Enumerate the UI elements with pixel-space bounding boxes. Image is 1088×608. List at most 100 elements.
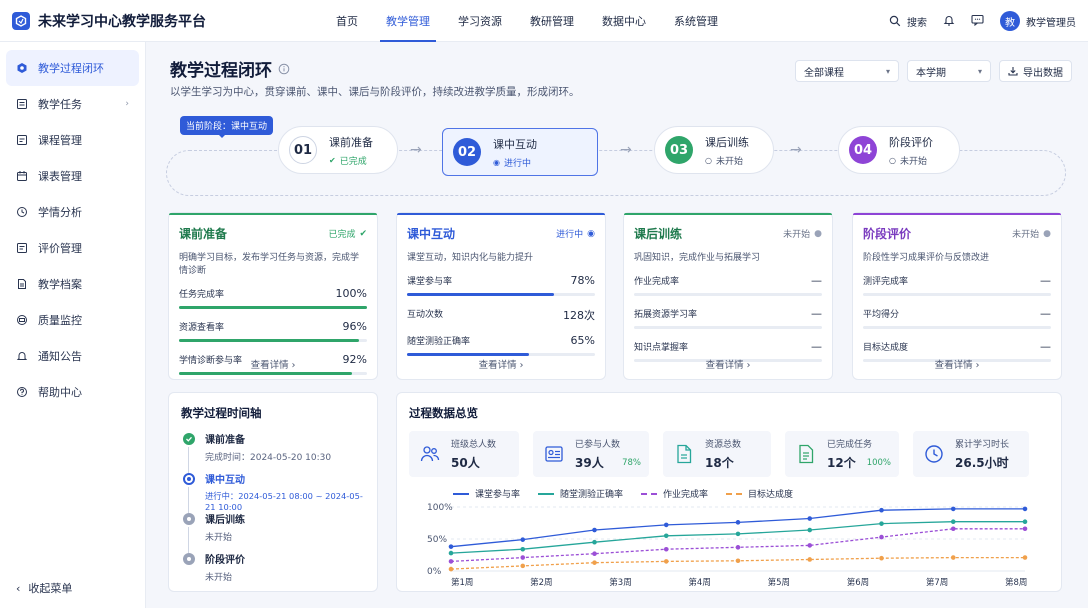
timeline-item: 课前准备 完成时间：2024-05-20 10:30 xyxy=(181,431,365,473)
metric-label: 任务完成率 xyxy=(179,290,225,300)
sidebar-item[interactable]: 帮助中心 xyxy=(6,374,139,410)
calendar-icon xyxy=(16,170,28,182)
progress-bar xyxy=(634,326,822,329)
metric-label: 目标达成度 xyxy=(863,343,909,353)
page-subtitle: 以学生学习为中心，贯穿课前、课中、课后与阶段评价，持续改进教学质量，形成闭环。 xyxy=(170,86,580,98)
legend-swatch xyxy=(453,492,469,495)
stat-card: 已参与人数 39人 78% xyxy=(533,431,649,477)
card-accent xyxy=(169,213,377,215)
collapse-menu-button[interactable]: ‹ 收起菜单 xyxy=(6,580,72,596)
nav-item[interactable]: 系统管理 xyxy=(660,0,732,42)
data-point xyxy=(1022,519,1028,525)
card-status: 进行中 xyxy=(556,230,584,240)
nav-item[interactable]: 首页 xyxy=(322,0,372,42)
sidebar-item[interactable]: 质量监控 xyxy=(6,302,139,338)
stage-status: 已完成 xyxy=(339,156,367,167)
clock-icon xyxy=(923,443,945,465)
chevron-right-icon: › xyxy=(125,99,129,109)
metric: 课堂参与率 78% xyxy=(407,274,595,296)
progress-bar xyxy=(407,293,595,296)
status-icon: ● xyxy=(1043,228,1051,239)
y-tick-label: 0% xyxy=(427,567,442,577)
loop-icon xyxy=(16,62,28,74)
status-icon: ● xyxy=(814,228,822,239)
data-point xyxy=(735,558,741,564)
progress-bar xyxy=(863,293,1051,296)
page-title-row: 教学过程闭环 xyxy=(170,56,290,81)
data-point xyxy=(520,537,526,542)
id-card-icon xyxy=(543,443,565,465)
stat-label: 已参与人数 xyxy=(575,440,621,450)
stat-value: 18个 xyxy=(705,456,734,470)
user-menu[interactable]: 教 教学管理员 xyxy=(1000,11,1076,31)
export-button[interactable]: 导出数据 xyxy=(999,60,1072,82)
timeline-sub: 未开始 xyxy=(205,573,233,583)
view-detail-link[interactable]: 查看详情 › xyxy=(397,357,605,371)
card-title: 阶段评价 xyxy=(863,227,912,241)
metric-value: 128次 xyxy=(563,309,595,322)
data-point xyxy=(950,555,956,560)
sidebar-item[interactable]: 教学过程闭环 xyxy=(6,50,139,86)
data-point xyxy=(592,539,597,545)
metric-label: 互动次数 xyxy=(407,310,444,320)
task-icon xyxy=(16,98,28,110)
sidebar-item[interactable]: 评价管理 xyxy=(6,230,139,266)
progress-bar xyxy=(407,353,595,356)
arrow-right-icon: → xyxy=(790,142,802,158)
progress-bar xyxy=(179,306,367,309)
stage-card: 课前准备 已完成 ✔ 明确学习目标，发布学习任务与资源，完成学情诊断 任务完成率 100%… xyxy=(168,212,378,380)
progress-fill xyxy=(407,293,554,296)
view-detail-link[interactable]: 查看详情 › xyxy=(853,357,1061,371)
sidebar-item[interactable]: 教学档案 xyxy=(6,266,139,302)
nav-item[interactable]: 数据中心 xyxy=(588,0,660,42)
progress-bar xyxy=(634,293,822,296)
data-point xyxy=(448,566,454,572)
stat-value: 12个 xyxy=(827,456,856,470)
export-label: 导出数据 xyxy=(1023,67,1063,79)
stat-label: 班级总人数 xyxy=(451,440,497,450)
sidebar-item[interactable]: 课程管理 xyxy=(6,122,139,158)
stage-status: 未开始 xyxy=(715,156,743,167)
card-title: 课后训练 xyxy=(634,227,683,241)
legend-swatch xyxy=(538,492,555,495)
card-desc: 巩固知识，完成作业与拓展学习 xyxy=(634,253,761,263)
data-point xyxy=(448,544,454,549)
sidebar-item[interactable]: 课表管理 xyxy=(6,158,139,194)
bell-icon xyxy=(16,350,28,362)
view-detail-link[interactable]: 查看详情 › xyxy=(624,357,832,371)
progress-fill xyxy=(179,339,360,342)
nav-item[interactable]: 学习资源 xyxy=(444,0,516,42)
view-detail-link[interactable]: 查看详情 › xyxy=(169,357,377,371)
info-icon[interactable] xyxy=(278,63,290,75)
stage-name: 课后训练 xyxy=(705,135,749,149)
nav-item[interactable]: 教研管理 xyxy=(516,0,588,42)
flow-stage[interactable]: 04 阶段评价 ○ 未开始 xyxy=(838,126,960,174)
data-point xyxy=(950,519,956,525)
sidebar-item[interactable]: 学情分析 xyxy=(6,194,139,230)
trend-chart: 100% 50% 0% 第1周 第2周 第3周 第4周 第5周 第6周 第7周 第8周 xyxy=(427,503,1028,588)
course-select[interactable]: 全部课程 ▾ xyxy=(795,60,899,82)
timeline-sub: 未开始 xyxy=(205,533,233,543)
flow-stage[interactable]: 03 课后训练 ○ 未开始 xyxy=(654,126,774,174)
term-select[interactable]: 本学期 ▾ xyxy=(907,60,991,82)
search-icon xyxy=(889,15,901,27)
data-point xyxy=(879,507,884,513)
bell-icon[interactable] xyxy=(943,14,955,29)
flow-stage[interactable]: 02 课中互动 ◉ 进行中 xyxy=(442,128,598,176)
app-title: 未来学习中心教学服务平台 xyxy=(38,13,206,30)
metric-label: 拓展资源学习率 xyxy=(634,310,698,320)
flow-stage[interactable]: 01 课前准备 ✔ 已完成 xyxy=(278,126,398,174)
search-button[interactable]: 搜索 xyxy=(889,14,927,29)
metric-value: — xyxy=(811,340,822,353)
data-point xyxy=(592,527,597,533)
sidebar-item[interactable]: 教学任务 › xyxy=(6,86,139,122)
data-point xyxy=(879,534,884,540)
timeline-name: 课后训练 xyxy=(205,515,245,526)
message-icon[interactable] xyxy=(971,14,984,29)
card-accent xyxy=(624,213,832,215)
stage-number: 03 xyxy=(665,136,693,164)
brand[interactable]: 未来学习中心教学服务平台 xyxy=(12,11,312,31)
metric-value: 78% xyxy=(570,274,595,287)
sidebar-item[interactable]: 通知公告 xyxy=(6,338,139,374)
nav-item[interactable]: 教学管理 xyxy=(372,0,444,42)
